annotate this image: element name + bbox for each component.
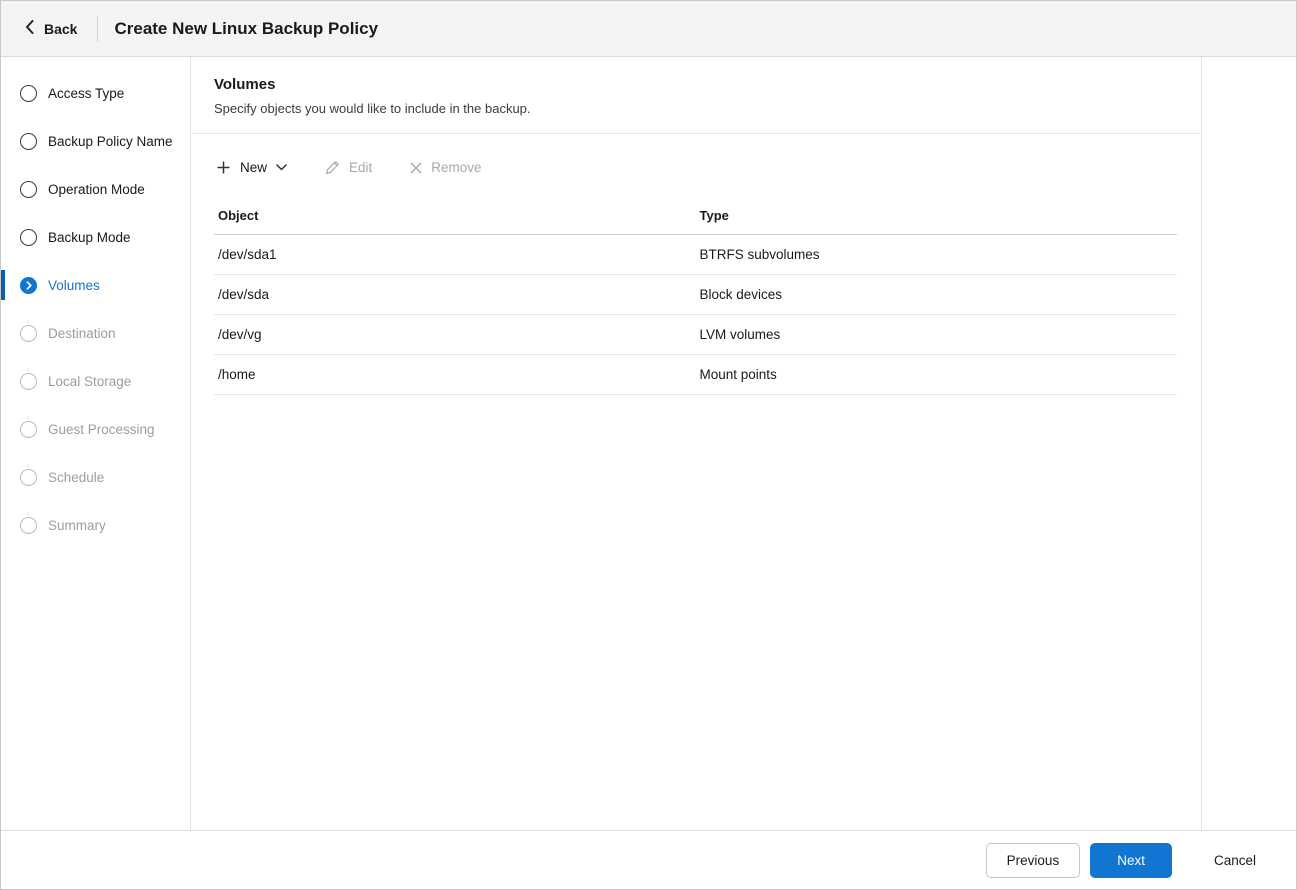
cancel-button[interactable]: Cancel — [1200, 844, 1270, 877]
object-cell: /home — [214, 355, 696, 395]
step-circle-icon — [20, 229, 37, 246]
step-label: Access Type — [48, 86, 124, 101]
table-row[interactable]: /dev/sdaBlock devices — [214, 275, 1177, 315]
step-subtitle: Specify objects you would like to includ… — [214, 101, 1177, 116]
edit-button[interactable]: Edit — [323, 156, 374, 179]
table-row[interactable]: /dev/vgLVM volumes — [214, 315, 1177, 355]
sidebar-item-guest-processing: Guest Processing — [1, 405, 190, 453]
step-body: New Edit — [191, 134, 1201, 830]
main-content: Volumes Specify objects you would like t… — [191, 57, 1202, 830]
column-header-type: Type — [696, 199, 1178, 235]
step-circle-icon — [20, 133, 37, 150]
step-circle-icon — [20, 181, 37, 198]
page-title: Create New Linux Backup Policy — [114, 19, 378, 39]
type-cell: LVM volumes — [696, 315, 1178, 355]
chevron-left-icon — [25, 20, 34, 37]
remove-button[interactable]: Remove — [408, 156, 483, 179]
step-label: Backup Policy Name — [48, 134, 173, 149]
sidebar-item-schedule: Schedule — [1, 453, 190, 501]
sidebar-item-backup-policy-name[interactable]: Backup Policy Name — [1, 117, 190, 165]
step-label: Volumes — [48, 278, 100, 293]
step-label: Guest Processing — [48, 422, 155, 437]
sidebar-item-backup-mode[interactable]: Backup Mode — [1, 213, 190, 261]
type-cell: Mount points — [696, 355, 1178, 395]
header-divider — [97, 16, 98, 42]
table-row[interactable]: /homeMount points — [214, 355, 1177, 395]
body: Access Type Backup Policy Name Operation M… — [1, 57, 1296, 830]
back-button[interactable]: Back — [19, 14, 83, 43]
step-circle-icon — [20, 85, 37, 102]
previous-button[interactable]: Previous — [986, 843, 1081, 878]
new-button[interactable]: New — [214, 156, 289, 179]
toolbar: New Edit — [214, 156, 1177, 179]
step-label: Backup Mode — [48, 230, 131, 245]
pencil-icon — [325, 160, 340, 175]
step-circle-icon — [20, 469, 37, 486]
remove-button-label: Remove — [431, 160, 481, 175]
step-circle-icon — [20, 373, 37, 390]
sidebar-item-local-storage: Local Storage — [1, 357, 190, 405]
object-cell: /dev/sda1 — [214, 235, 696, 275]
sidebar-item-volumes[interactable]: Volumes — [1, 261, 190, 309]
volumes-table: ObjectType /dev/sda1BTRFS subvolumes/dev… — [214, 199, 1177, 395]
sidebar-item-summary: Summary — [1, 501, 190, 549]
x-icon — [410, 162, 422, 174]
step-circle-icon — [20, 517, 37, 534]
next-button[interactable]: Next — [1090, 843, 1172, 878]
table-header: ObjectType — [214, 199, 1177, 235]
table-row[interactable]: /dev/sda1BTRFS subvolumes — [214, 235, 1177, 275]
step-circle-icon — [20, 421, 37, 438]
right-gutter — [1202, 57, 1296, 830]
sidebar-item-operation-mode[interactable]: Operation Mode — [1, 165, 190, 213]
step-header: Volumes Specify objects you would like t… — [191, 57, 1201, 134]
step-label: Local Storage — [48, 374, 131, 389]
object-cell: /dev/vg — [214, 315, 696, 355]
footer: Previous Next Cancel — [1, 830, 1296, 889]
step-circle-icon — [20, 325, 37, 342]
type-cell: Block devices — [696, 275, 1178, 315]
step-label: Summary — [48, 518, 106, 533]
new-button-label: New — [240, 160, 267, 175]
column-header-object: Object — [214, 199, 696, 235]
wizard-steps-sidebar: Access Type Backup Policy Name Operation M… — [1, 57, 191, 830]
object-cell: /dev/sda — [214, 275, 696, 315]
step-label: Schedule — [48, 470, 104, 485]
step-label: Destination — [48, 326, 116, 341]
edit-button-label: Edit — [349, 160, 372, 175]
sidebar-item-access-type[interactable]: Access Type — [1, 69, 190, 117]
step-label: Operation Mode — [48, 182, 145, 197]
wizard-window: Back Create New Linux Backup Policy Acce… — [0, 0, 1297, 890]
chevron-down-icon — [276, 164, 287, 171]
header: Back Create New Linux Backup Policy — [1, 1, 1296, 57]
step-title: Volumes — [214, 76, 1177, 93]
type-cell: BTRFS subvolumes — [696, 235, 1178, 275]
active-step-icon — [20, 277, 37, 294]
sidebar-item-destination: Destination — [1, 309, 190, 357]
plus-icon — [216, 160, 231, 175]
back-button-label: Back — [44, 21, 77, 37]
